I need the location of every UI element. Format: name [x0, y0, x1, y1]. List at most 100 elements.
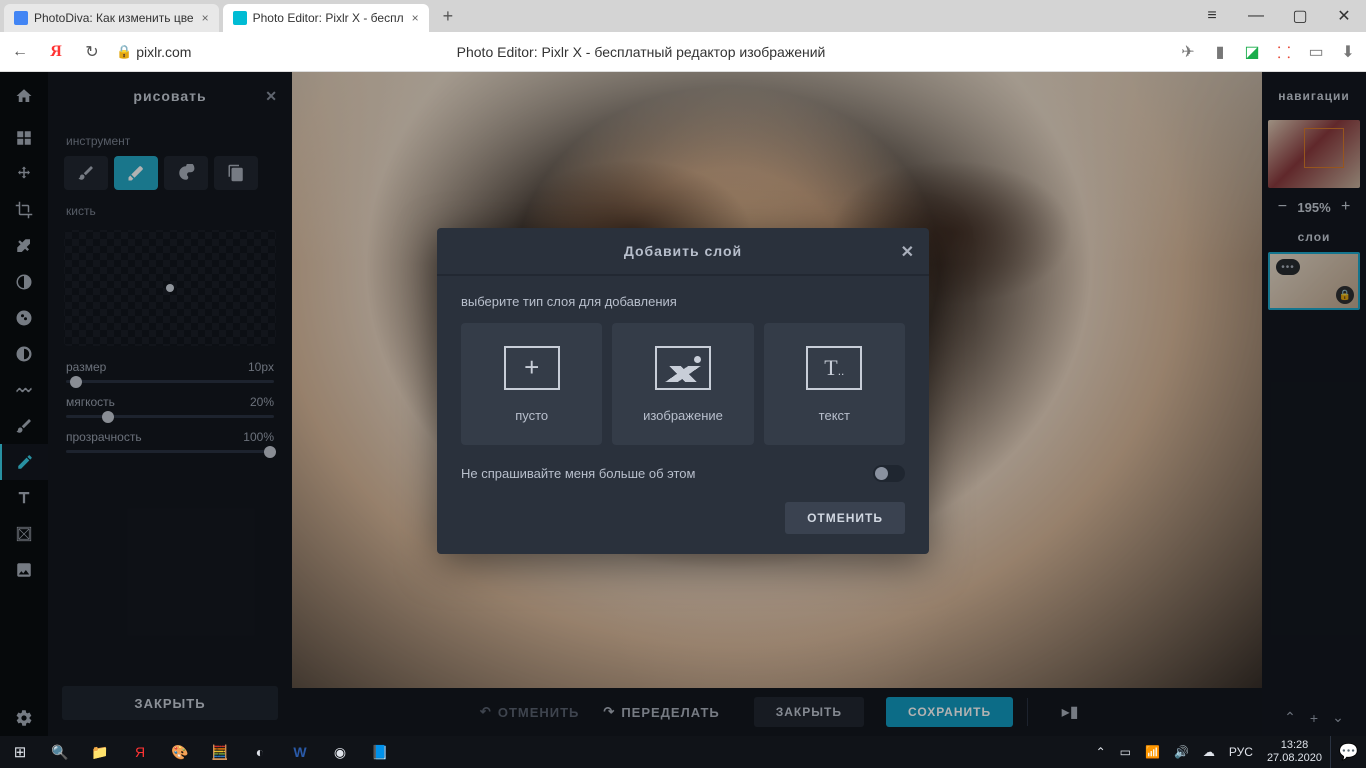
zoom-in-icon[interactable]: + — [1337, 198, 1355, 216]
paint-app-icon[interactable]: 🎨 — [160, 736, 200, 768]
section-label-brush: кисть — [48, 190, 292, 226]
download-icon[interactable]: ⬇ — [1338, 42, 1358, 62]
brush-dot — [166, 284, 174, 292]
dont-ask-label: Не спрашивайте меня больше об этом — [461, 466, 695, 481]
modal-footer: ОТМЕНИТЬ — [437, 496, 929, 554]
brush-preview[interactable] — [64, 230, 276, 346]
navigator-thumbnail[interactable] — [1268, 120, 1360, 188]
text-tool-icon[interactable] — [0, 480, 48, 516]
adjust-icon[interactable] — [0, 264, 48, 300]
layer-thumbnail[interactable]: ••• 🔒 — [1268, 252, 1360, 310]
system-tray: ⌃ ▭ 📶 🔊 ☁ РУС — [1092, 745, 1257, 759]
panel-title-text: рисовать — [133, 88, 206, 104]
nav-title: навигации — [1278, 72, 1349, 120]
browser-tab-active[interactable]: Photo Editor: Pixlr X - беспл × — [223, 4, 429, 32]
filter-icon[interactable] — [0, 300, 48, 336]
paint-icon[interactable] — [164, 156, 208, 190]
slider-track[interactable] — [66, 415, 274, 418]
search-icon[interactable]: 🔍 — [40, 736, 80, 768]
settings-icon[interactable] — [0, 700, 48, 736]
tool-selector-row — [48, 156, 292, 190]
clone-icon[interactable] — [214, 156, 258, 190]
save-button[interactable]: СОХРАНИТЬ — [886, 697, 1013, 727]
layer-options-icon[interactable]: ••• — [1276, 259, 1300, 275]
layer-type-text[interactable]: T.. текст — [764, 323, 905, 445]
close-icon[interactable]: ✕ — [1322, 0, 1366, 32]
dont-ask-toggle[interactable] — [873, 465, 905, 482]
close-icon[interactable]: × — [412, 11, 419, 25]
modal-subtitle: выберите тип слоя для добавления — [437, 276, 929, 323]
taskbar-clock[interactable]: 13:28 27.08.2020 — [1259, 739, 1330, 765]
layers-title: слои — [1298, 230, 1331, 244]
liquify-icon[interactable] — [0, 372, 48, 408]
crop-icon[interactable] — [0, 192, 48, 228]
zoom-value: 195% — [1297, 200, 1330, 215]
start-icon[interactable]: ⊞ — [0, 736, 40, 768]
cancel-button[interactable]: ОТМЕНИТЬ — [785, 502, 905, 534]
redo-button[interactable]: ↷ПЕРЕДЕЛАТЬ — [603, 704, 719, 720]
viewport-indicator — [1304, 128, 1344, 168]
chevron-up-icon[interactable]: ⌃ — [1284, 709, 1296, 726]
zoom-out-icon[interactable]: − — [1273, 198, 1291, 216]
eraser-icon[interactable] — [114, 156, 158, 190]
retouch-icon[interactable] — [0, 408, 48, 444]
chevron-down-icon[interactable]: ⌄ — [1332, 709, 1344, 726]
minimize-icon[interactable]: — — [1234, 0, 1278, 32]
shield-icon[interactable]: ◪ — [1242, 42, 1262, 62]
volume-icon[interactable]: 🔊 — [1170, 745, 1193, 759]
new-tab-button[interactable]: + — [429, 6, 468, 27]
yandex-icon[interactable]: Я — [44, 40, 68, 64]
app-icon[interactable]: 📘 — [360, 736, 400, 768]
close-button[interactable]: ЗАКРЫТЬ — [754, 697, 864, 727]
layer-type-empty[interactable]: + пусто — [461, 323, 602, 445]
undo-button[interactable]: ↶ОТМЕНИТЬ — [480, 704, 579, 720]
redo-label: ПЕРЕДЕЛАТЬ — [621, 705, 719, 720]
reader-icon[interactable]: ✈ — [1178, 42, 1198, 62]
wifi-icon[interactable]: 📶 — [1141, 745, 1164, 759]
panel-toggle-icon[interactable]: ▸▮ — [1054, 696, 1086, 728]
lock-icon[interactable]: 🔒 — [1336, 286, 1354, 304]
browser-menu-icon[interactable]: ≡ — [1190, 0, 1234, 32]
notification-icon[interactable]: 💬 — [1330, 736, 1366, 768]
home-icon[interactable] — [0, 72, 48, 120]
yandex-browser-icon[interactable]: Я — [120, 736, 160, 768]
browser-tab[interactable]: PhotoDiva: Как изменить цве × — [4, 4, 219, 32]
slider-track[interactable] — [66, 380, 274, 383]
pattern-icon[interactable] — [0, 516, 48, 552]
onedrive-icon[interactable]: ☁ — [1199, 745, 1219, 759]
cut-icon[interactable] — [0, 228, 48, 264]
blur-icon[interactable] — [0, 336, 48, 372]
tray-chevron-icon[interactable]: ⌃ — [1092, 745, 1110, 759]
tab-label: Photo Editor: Pixlr X - беспл — [253, 11, 404, 25]
add-layer-icon[interactable]: + — [1310, 709, 1318, 726]
bookmark-icon[interactable]: ▮ — [1210, 42, 1230, 62]
clock-date: 27.08.2020 — [1267, 752, 1322, 765]
arrange-icon[interactable] — [0, 156, 48, 192]
slider-track[interactable] — [66, 450, 274, 453]
maximize-icon[interactable]: ▢ — [1278, 0, 1322, 32]
app-icon[interactable]: ◉ — [320, 736, 360, 768]
explorer-icon[interactable]: 📁 — [80, 736, 120, 768]
language-indicator[interactable]: РУС — [1225, 745, 1257, 759]
close-icon[interactable]: ✕ — [265, 88, 278, 105]
calculator-icon[interactable]: 🧮 — [200, 736, 240, 768]
close-icon[interactable]: ✕ — [901, 242, 915, 262]
extension-icon[interactable]: ⸬ — [1274, 42, 1294, 62]
reload-icon[interactable]: ↻ — [80, 40, 104, 64]
save-label: СОХРАНИТЬ — [908, 705, 991, 719]
word-icon[interactable]: W — [280, 736, 320, 768]
address-bar[interactable]: 🔒 pixlr.com Photo Editor: Pixlr X - бесп… — [116, 44, 1166, 60]
back-icon[interactable]: ← — [8, 40, 32, 64]
app-icon[interactable]: ◐ — [240, 736, 280, 768]
size-slider: размер 10px — [48, 350, 292, 385]
close-label: ЗАКРЫТЬ — [776, 705, 842, 719]
panel-close-button[interactable]: ЗАКРЫТЬ — [62, 686, 278, 720]
close-icon[interactable]: × — [202, 11, 209, 25]
layer-type-image[interactable]: изображение — [612, 323, 753, 445]
battery-icon[interactable]: ▭ — [1306, 42, 1326, 62]
layout-icon[interactable] — [0, 120, 48, 156]
battery-icon[interactable]: ▭ — [1116, 745, 1135, 759]
draw-icon[interactable] — [0, 444, 48, 480]
brush-icon[interactable] — [64, 156, 108, 190]
image-add-icon[interactable] — [0, 552, 48, 588]
